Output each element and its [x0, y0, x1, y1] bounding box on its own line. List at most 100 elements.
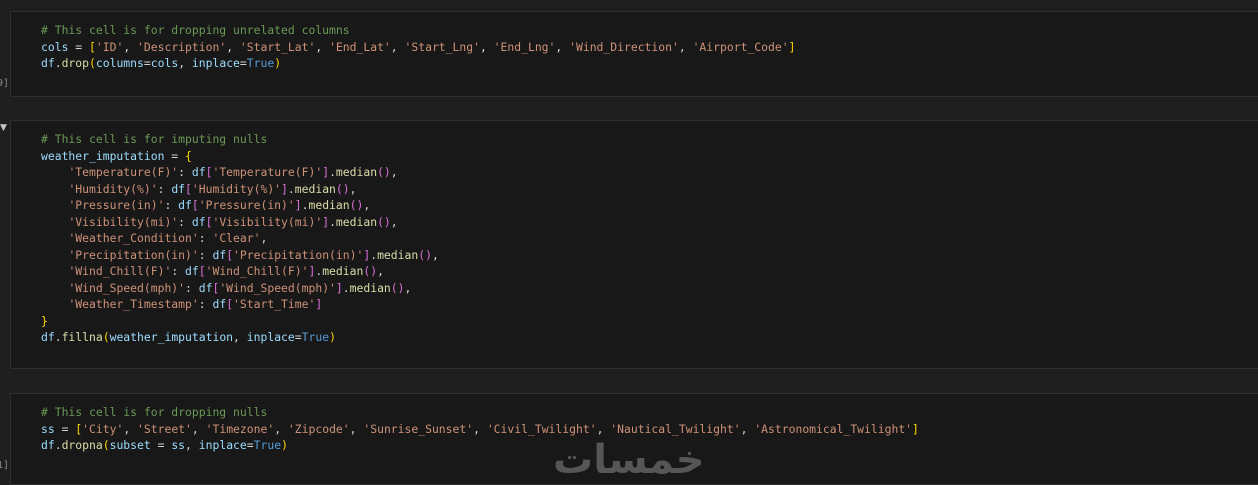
- code-line: # This cell is for dropping unrelated co…: [41, 22, 795, 39]
- code-token: ,: [431, 247, 439, 262]
- code-token: df: [41, 438, 55, 452]
- code-token: df: [198, 280, 213, 295]
- code-token: .: [342, 280, 350, 295]
- code-token: weather_imputation: [41, 148, 165, 163]
- code-token: df: [41, 330, 55, 344]
- code-token: ,: [404, 280, 412, 295]
- code-token: }: [41, 313, 48, 328]
- code-token: ss: [171, 438, 186, 452]
- code-token: 'Humidity(%)': [191, 181, 282, 196]
- chevron-down-icon[interactable]: ▼: [0, 123, 9, 133]
- code-token: .: [54, 330, 62, 344]
- code-token: df: [191, 165, 206, 179]
- code-token: # This cell is for dropping nulls: [41, 405, 268, 419]
- code-line: 'Wind_Chill(F)': df['Wind_Chill(F)'].med…: [41, 263, 439, 280]
- notebook-cell-drop-columns[interactable]: # This cell is for dropping unrelated co…: [10, 11, 1258, 97]
- code-token: ,: [390, 39, 405, 54]
- code-token: 'ID': [95, 39, 124, 54]
- code-token: ,: [596, 421, 611, 436]
- code-token: (: [102, 330, 110, 344]
- code-token: weather_imputation: [109, 330, 234, 344]
- code-token: # This cell is for dropping unrelated co…: [41, 23, 350, 37]
- code-token: 'Precipitation(in)': [233, 247, 364, 262]
- code-token: cols: [41, 39, 69, 54]
- code-line: weather_imputation = {: [41, 148, 439, 165]
- code-token: inplace: [191, 56, 240, 70]
- code-token: ,: [390, 214, 398, 229]
- code-token: =: [239, 56, 247, 70]
- code-token: :: [178, 165, 192, 179]
- code-token: ,: [226, 39, 240, 54]
- code-token: median: [294, 181, 336, 196]
- code-token: median: [377, 247, 419, 262]
- code-token: ,: [678, 39, 693, 54]
- code-token: ,: [363, 198, 371, 212]
- code-token: 'Temperature(F)': [212, 165, 323, 179]
- code-line: # This cell is for dropping nulls: [41, 404, 919, 421]
- code-token: 'Pressure(in)': [198, 198, 295, 212]
- code-token: :: [157, 181, 172, 196]
- code-token: ,: [178, 56, 192, 70]
- code-token: ,: [740, 421, 755, 436]
- code-token: ,: [260, 231, 268, 245]
- code-token: fillna: [61, 330, 103, 344]
- code-token: 'Visibility(mi)': [68, 214, 179, 229]
- code-line: 'Pressure(in)': df['Pressure(in)'].media…: [41, 197, 439, 214]
- code-token: median: [349, 280, 391, 295]
- code-token: 'Wind_Chill(F)': [205, 264, 309, 278]
- code-token: 'Temperature(F)': [68, 165, 179, 179]
- code-token: 'Street': [137, 421, 192, 436]
- code-token: True: [253, 438, 282, 452]
- code-token: .: [54, 438, 62, 452]
- code-line: 'Precipitation(in)': df['Precipitation(i…: [41, 247, 439, 264]
- code-token: 'Weather_Condition': [68, 231, 199, 245]
- code-token: dropna: [61, 438, 103, 452]
- code-editor[interactable]: # This cell is for dropping nulls ss = ['…: [41, 404, 919, 454]
- code-token: 'Description': [137, 39, 227, 54]
- code-token: ,: [123, 39, 138, 54]
- code-token: median: [322, 264, 364, 278]
- code-token: df: [191, 214, 206, 229]
- code-token: 'Precipitation(in)': [68, 247, 199, 262]
- code-token: ,: [349, 181, 357, 196]
- code-token: inplace: [198, 438, 247, 452]
- code-line: 'Wind_Speed(mph)': df['Wind_Speed(mph)']…: [41, 280, 439, 297]
- code-token: 'Timezone': [205, 421, 275, 436]
- code-token: 'Wind_Speed(mph)': [219, 280, 336, 295]
- code-line: 'Temperature(F)': df['Temperature(F)'].m…: [41, 164, 439, 181]
- code-editor[interactable]: # This cell is for dropping unrelated co…: [41, 22, 795, 72]
- code-token: df: [41, 56, 55, 70]
- code-token: =: [164, 148, 186, 163]
- code-token: df: [178, 198, 192, 212]
- code-token: =: [54, 421, 76, 436]
- code-token: columns: [95, 56, 144, 70]
- code-token: ,: [377, 264, 384, 278]
- code-editor[interactable]: # This cell is for imputing nulls weather…: [41, 131, 439, 346]
- code-token: True: [301, 330, 330, 344]
- code-token: ,: [479, 39, 494, 54]
- code-token: (): [377, 214, 391, 229]
- code-token: 'Clear': [212, 231, 261, 245]
- code-token: 'End_Lng': [493, 39, 556, 54]
- code-token: ,: [473, 421, 487, 436]
- notebook-cell-impute-nulls[interactable]: # This cell is for imputing nulls weather…: [10, 120, 1258, 369]
- code-token: ]: [281, 181, 288, 196]
- code-token: cols: [150, 56, 179, 70]
- code-token: 'Sunrise_Sunset': [363, 421, 474, 436]
- code-token: ): [329, 330, 336, 344]
- code-token: (): [377, 165, 391, 179]
- code-line: }: [41, 313, 439, 330]
- code-token: drop: [61, 56, 90, 70]
- code-token: :: [171, 264, 186, 278]
- code-token: ,: [191, 421, 206, 436]
- code-token: 'Start_Lat': [239, 39, 316, 54]
- code-token: 'Weather_Timestamp': [68, 297, 199, 311]
- code-token: # This cell is for imputing nulls: [41, 132, 268, 146]
- code-token: :: [178, 214, 192, 229]
- code-token: (): [349, 198, 364, 212]
- code-token: 'City': [82, 421, 124, 436]
- code-token: df: [212, 297, 227, 311]
